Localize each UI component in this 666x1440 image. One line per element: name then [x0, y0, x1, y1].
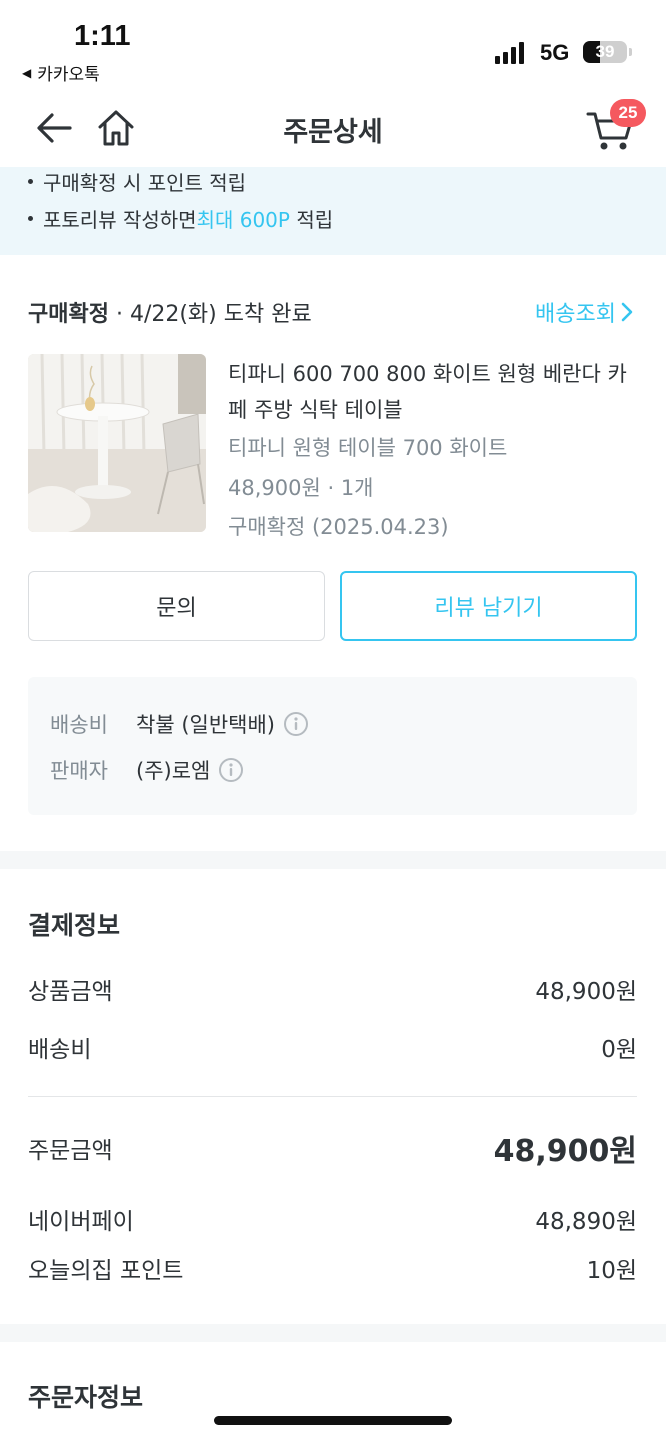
notice-line-2: 포토리뷰 작성하면 최대 600P 적립	[28, 204, 333, 233]
payment-method-label: 오늘의집 포인트	[28, 1258, 184, 1284]
payment-divider	[28, 1096, 637, 1097]
payment-row: 상품금액 48,900원	[28, 972, 637, 1006]
back-app-label: 카카오톡	[37, 65, 100, 85]
seller-label: 판매자	[50, 759, 108, 783]
product-price-qty: 48,900원 · 1개	[228, 476, 374, 500]
write-review-button[interactable]: 리뷰 남기기	[340, 571, 637, 641]
info-icon[interactable]	[283, 711, 309, 737]
bullet-icon	[28, 179, 33, 184]
order-total-row: 주문금액 48,900원	[28, 1126, 637, 1170]
chevron-right-icon	[621, 302, 633, 322]
status-bar: 1:11 ◀ 카카오톡 5G 39	[0, 0, 666, 92]
product-image[interactable]	[28, 354, 206, 532]
orderer-section-title: 주문자정보	[28, 1383, 144, 1412]
order-total-label: 주문금액	[28, 1138, 113, 1164]
notice-text-2-prefix: 포토리뷰 작성하면	[43, 208, 197, 232]
back-to-app-link[interactable]: ◀ 카카오톡	[22, 60, 100, 85]
order-status-detail: · 4/22(화) 도착 완료	[108, 302, 312, 327]
notice-text-2-suffix: 적립	[289, 208, 334, 232]
payment-label: 상품금액	[28, 979, 113, 1005]
top-nav: 주문상세	[0, 92, 666, 164]
seller-row: 판매자 (주)로엠	[50, 755, 244, 785]
shipping-info-box: 배송비 착불 (일반택배) 판매자 (주)로엠	[28, 677, 637, 815]
bullet-icon	[28, 216, 33, 221]
purchase-confirm-date: 구매확정 (2025.04.23)	[228, 515, 449, 539]
payment-method-value: 10원	[586, 1258, 637, 1284]
payment-method-label: 네이버페이	[28, 1209, 134, 1235]
track-shipping-link[interactable]: 배송조회	[535, 296, 634, 328]
section-divider	[0, 851, 666, 869]
network-type: 5G	[540, 40, 570, 65]
home-indicator[interactable]	[214, 1416, 452, 1425]
battery-icon: 39	[583, 41, 627, 63]
info-icon[interactable]	[218, 757, 244, 783]
signal-icon	[495, 40, 524, 64]
battery-percent: 39	[595, 42, 615, 61]
shipping-fee-label: 배송비	[50, 713, 108, 737]
page-title: 주문상세	[283, 117, 383, 148]
track-shipping-label: 배송조회	[535, 302, 616, 327]
shipping-fee-row: 배송비 착불 (일반택배)	[50, 709, 309, 739]
clock: 1:11	[74, 20, 131, 52]
order-status: 구매확정 · 4/22(화) 도착 완료	[28, 296, 312, 328]
payment-section-title: 결제정보	[28, 911, 121, 940]
payment-method-row: 네이버페이 48,890원	[28, 1202, 637, 1236]
payment-value: 0원	[601, 1037, 637, 1063]
shipping-fee-value: 착불 (일반택배)	[136, 713, 275, 737]
notice-line-1: 구매확정 시 포인트 적립	[28, 167, 246, 196]
seller-value[interactable]: (주)로엠	[136, 755, 210, 785]
section-divider	[0, 1324, 666, 1342]
payment-method-row: 오늘의집 포인트 10원	[28, 1251, 637, 1285]
battery-nub	[629, 48, 632, 56]
back-triangle-icon: ◀	[22, 65, 32, 80]
product-option: 티파니 원형 테이블 700 화이트	[228, 436, 508, 460]
inquiry-button[interactable]: 문의	[28, 571, 325, 641]
notice-text-1: 구매확정 시 포인트 적립	[43, 171, 247, 195]
payment-row: 배송비 0원	[28, 1030, 637, 1064]
notice-highlight: 최대 600P	[196, 208, 290, 232]
payment-label: 배송비	[28, 1037, 92, 1063]
point-notice: 구매확정 시 포인트 적립 포토리뷰 작성하면 최대 600P 적립	[0, 167, 666, 255]
payment-method-value: 48,890원	[535, 1209, 637, 1235]
payment-value: 48,900원	[535, 979, 637, 1005]
order-total-value: 48,900원	[493, 1134, 637, 1169]
cart-count-badge: 25	[610, 99, 646, 127]
product-name[interactable]: 티파니 600 700 800 화이트 원형 베란다 카페 주방 식탁 테이블	[228, 356, 638, 428]
order-status-label: 구매확정	[28, 302, 109, 327]
